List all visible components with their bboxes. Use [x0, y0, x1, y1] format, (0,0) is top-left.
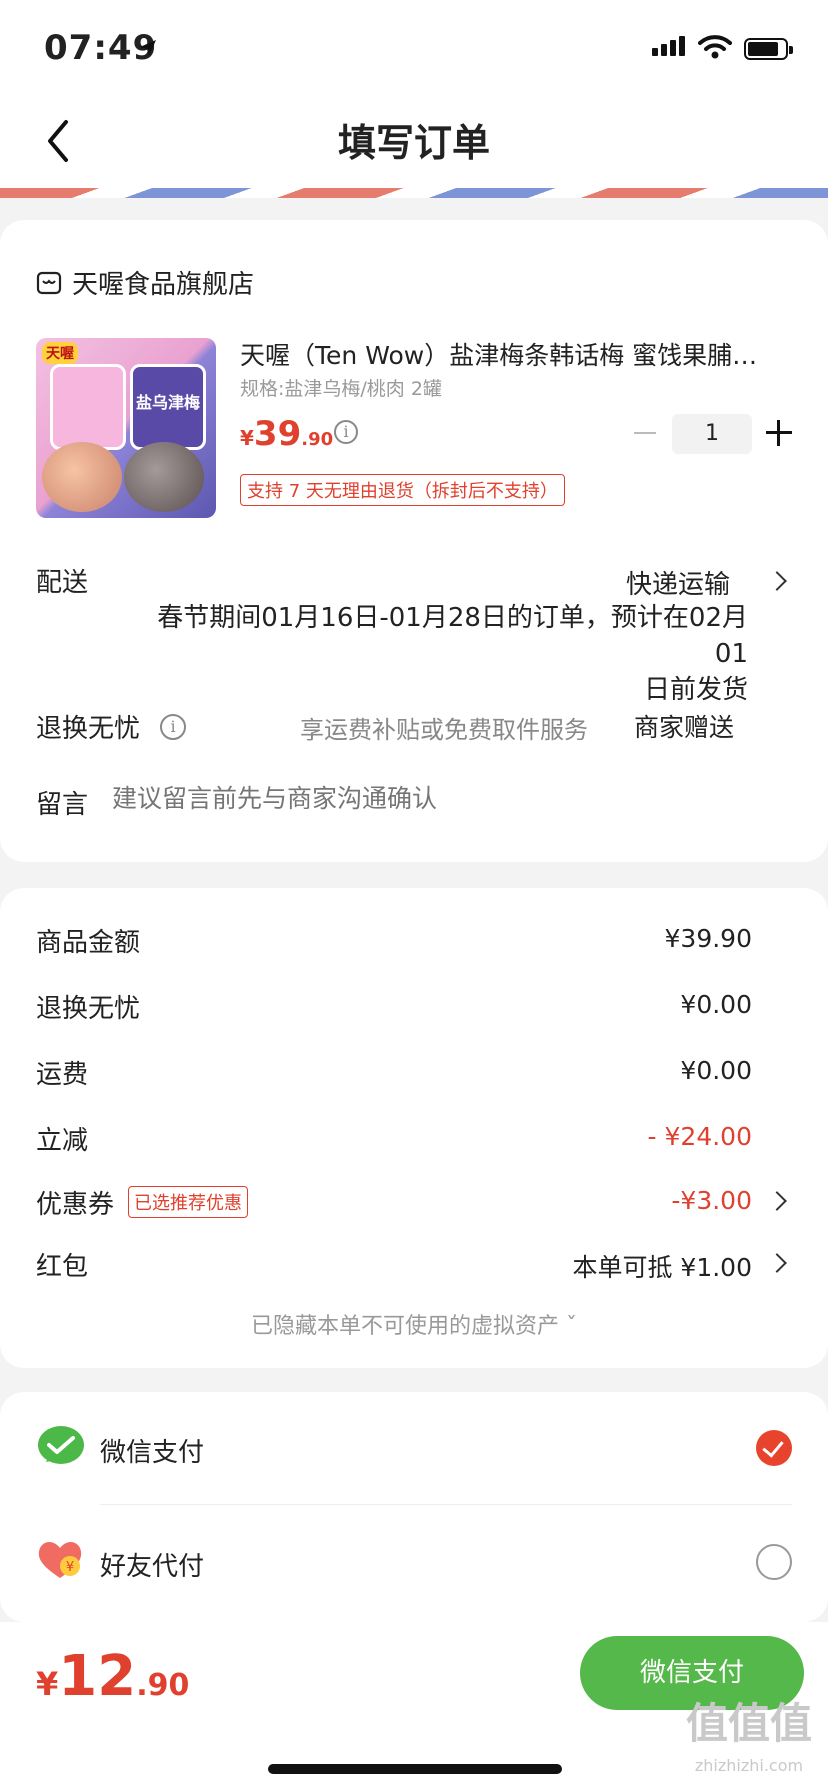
product-price: ¥39.90 — [240, 414, 333, 454]
delivery-note: 春节期间01月16日-01月28日的订单，预计在02月01 日前发货 — [130, 600, 748, 708]
price-integer: 39 — [253, 414, 302, 454]
returns-fee-value: ¥0.00 — [680, 990, 752, 1019]
wechat-pay-icon — [38, 1426, 84, 1464]
location-arrow-icon — [140, 40, 156, 56]
quantity-value[interactable]: 1 — [672, 414, 752, 454]
product-spec[interactable]: 规格:盐津乌梅/桃肉 2罐 — [240, 374, 442, 401]
redpacket-label: 红包 — [36, 1252, 89, 1282]
watermark-url: zhizhizhi.com — [694, 1756, 804, 1775]
coupon-tag: 已选推荐优惠 — [128, 1186, 248, 1218]
wechat-pay-selected-check-icon[interactable] — [756, 1430, 792, 1466]
price-decimal: .90 — [301, 429, 334, 450]
returns-label: 退换无忧 — [36, 714, 141, 744]
plum-snack — [124, 442, 204, 512]
jar-peach — [50, 364, 126, 450]
total-amount: ¥12.90 — [36, 1644, 189, 1709]
airmail-stripe — [0, 188, 828, 198]
delivery-note-line2: 日前发货 — [643, 675, 748, 705]
delivery-label: 配送 — [36, 568, 89, 598]
increase-quantity-button[interactable] — [766, 420, 792, 446]
product-image[interactable]: 盐乌津梅 天喔 — [36, 338, 216, 518]
redpacket-value[interactable]: 本单可抵 ¥1.00 — [572, 1248, 752, 1284]
store-name[interactable]: 天喔食品旗舰店 — [72, 264, 254, 301]
total-integer: 12 — [58, 1644, 137, 1709]
payment-method-card — [0, 1392, 828, 1622]
return-policy-tag: 支持 7 天无理由退货（拆封后不支持） — [240, 474, 565, 506]
discount-label: 立减 — [36, 1126, 89, 1156]
returns-description: 享运费补贴或免费取件服务 — [300, 716, 588, 744]
store-icon — [36, 271, 62, 295]
order-card — [0, 220, 828, 862]
shipping-label: 运费 — [36, 1060, 89, 1090]
returns-value: 商家赠送 — [634, 713, 735, 742]
wechat-pay-label[interactable]: 微信支付 — [100, 1432, 204, 1469]
coupon-value[interactable]: -¥3.00 — [671, 1186, 752, 1215]
returns-info-icon[interactable]: i — [160, 714, 186, 740]
svg-text:¥: ¥ — [66, 1560, 74, 1575]
message-input[interactable] — [112, 784, 752, 813]
home-indicator[interactable] — [268, 1764, 562, 1774]
friend-pay-label[interactable]: 好友代付 — [100, 1546, 204, 1583]
message-label: 留言 — [36, 790, 89, 820]
product-title[interactable]: 天喔（Ten Wow）盐津梅条韩话梅 蜜饯果脯… — [240, 336, 790, 372]
wifi-icon — [698, 35, 732, 59]
decrease-quantity-button[interactable] — [634, 432, 656, 434]
jar-label: 盐乌津梅 — [135, 393, 200, 412]
price-currency: ¥ — [240, 426, 254, 450]
shipping-value: ¥0.00 — [680, 1056, 752, 1085]
discount-value: - ¥24.00 — [647, 1122, 752, 1151]
friend-pay-radio-icon[interactable] — [756, 1544, 792, 1580]
hidden-assets-toggle[interactable]: 已隐藏本单不可使用的虚拟资产 ˇ — [0, 1308, 828, 1340]
returns-fee-label: 退换无忧 — [36, 994, 141, 1024]
delivery-note-line1: 春节期间01月16日-01月28日的订单，预计在02月01 — [157, 603, 748, 669]
delivery-method[interactable]: 快递运输 — [626, 564, 730, 601]
page-title: 填写订单 — [337, 121, 490, 165]
total-decimal: .90 — [136, 1668, 190, 1703]
divider — [100, 1504, 792, 1505]
battery-icon — [744, 38, 793, 60]
cellular-signal-icon — [652, 36, 688, 56]
watermark-logo: 值值值 — [685, 1699, 812, 1748]
friend-pay-icon: ¥ — [38, 1542, 82, 1578]
brand-logo: 天喔 — [42, 342, 78, 364]
jar-plum: 盐乌津梅 — [130, 364, 206, 450]
coupon-label: 优惠券 — [36, 1190, 115, 1220]
peach-snack — [42, 442, 122, 512]
goods-amount-label: 商品金额 — [36, 928, 141, 958]
price-info-icon[interactable]: i — [334, 420, 358, 444]
goods-amount-value: ¥39.90 — [664, 924, 752, 953]
total-currency: ¥ — [36, 1665, 59, 1703]
